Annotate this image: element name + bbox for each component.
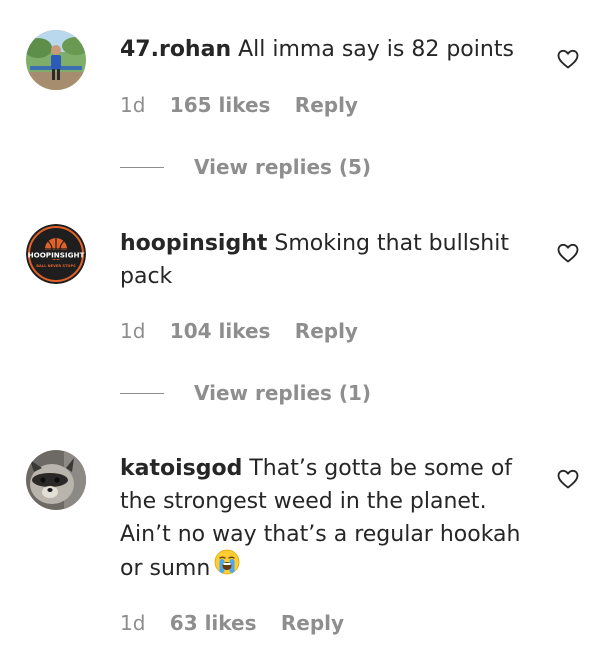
heart-outline-icon[interactable]	[556, 47, 580, 71]
avatar[interactable]	[26, 450, 86, 510]
comment-username[interactable]: hoopinsight	[120, 231, 267, 256]
avatar[interactable]	[26, 30, 86, 90]
divider-line	[120, 167, 164, 168]
raccoon-photo-icon	[26, 450, 86, 510]
comment-body: katoisgod That’s gotta be some of the st…	[120, 452, 530, 587]
hoopinsight-logo-icon: HOOPINSIGHT BALL NEVER STOPS	[26, 224, 86, 284]
comment-username[interactable]: katoisgod	[120, 456, 242, 481]
svg-text:HOOPINSIGHT: HOOPINSIGHT	[28, 251, 85, 260]
comment-timestamp: 1d	[120, 319, 146, 343]
view-replies-label: View replies (1)	[194, 381, 372, 405]
reply-button[interactable]: Reply	[295, 319, 358, 343]
comment-body: hoopinsight Smoking that bullshit pack	[120, 227, 530, 293]
comment-timestamp: 1d	[120, 611, 146, 635]
boy-outdoors-photo-icon	[26, 30, 86, 90]
heart-outline-icon[interactable]	[556, 241, 580, 265]
reply-button[interactable]: Reply	[281, 611, 344, 635]
comment-meta: 1d 104 likes Reply	[120, 318, 358, 344]
view-replies-button[interactable]: View replies (5)	[120, 154, 371, 180]
comment-meta: 1d 63 likes Reply	[120, 610, 344, 636]
comment-username[interactable]: 47.rohan	[120, 37, 231, 62]
reply-button[interactable]: Reply	[295, 93, 358, 117]
like-count[interactable]: 165 likes	[170, 93, 271, 117]
svg-text:BALL NEVER STOPS: BALL NEVER STOPS	[36, 264, 76, 268]
view-replies-label: View replies (5)	[194, 155, 372, 179]
view-replies-button[interactable]: View replies (1)	[120, 380, 371, 406]
loudly-crying-face-emoji-icon	[214, 549, 240, 585]
heart-outline-icon[interactable]	[556, 467, 580, 491]
comment-timestamp: 1d	[120, 93, 146, 117]
comment-text: All imma say is 82 points	[238, 37, 514, 62]
divider-line	[120, 393, 164, 394]
comment-meta: 1d 165 likes Reply	[120, 92, 358, 118]
comment-body: 47.rohan All imma say is 82 points	[120, 33, 530, 66]
like-count[interactable]: 63 likes	[170, 611, 257, 635]
like-count[interactable]: 104 likes	[170, 319, 271, 343]
avatar[interactable]: HOOPINSIGHT BALL NEVER STOPS	[26, 224, 86, 284]
